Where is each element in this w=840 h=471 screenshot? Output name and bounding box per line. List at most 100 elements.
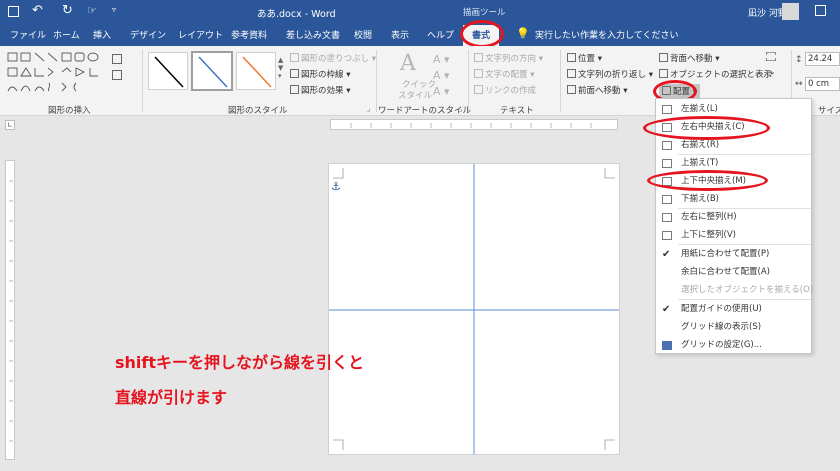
title-bar: ↶ ↻ ☞ ▿ ああ.docx - Word 描画ツール 凪沙 河野 (0, 0, 840, 24)
grid-settings-icon (662, 341, 672, 350)
shapes-gallery-icons (7, 52, 99, 92)
text-outline-icon[interactable]: A ▾ (433, 69, 450, 82)
wordart-launcher-icon[interactable]: ⌟ (459, 105, 462, 113)
align-middle-highlight (647, 170, 768, 191)
menu-align-bottom[interactable]: 下揃え(B) (656, 191, 811, 208)
wordart-label: ワードアートのスタイル (378, 106, 471, 116)
tab-references[interactable]: 参考資料 (231, 28, 267, 41)
menu-align-top[interactable]: 上揃え(T) (656, 155, 811, 172)
save-icon[interactable] (8, 6, 19, 17)
menu-align-to-page[interactable]: ✔ 用紙に合わせて配置(P) (656, 246, 811, 263)
style-thumb-2[interactable] (191, 51, 233, 91)
annotation-line-1: shiftキーを押しながら線を引くと (115, 353, 365, 372)
shape-styles-launcher-icon[interactable]: ⌟ (367, 105, 370, 113)
distribute-horizontal-icon (662, 213, 672, 222)
width-input[interactable]: 0 cm (805, 77, 840, 91)
align-bottom-icon (662, 195, 672, 204)
shape-styles-label: 図形のスタイル (228, 106, 288, 116)
selection-pane-button[interactable]: オブジェクトの選択と表示 (659, 68, 772, 80)
wrap-text-button[interactable]: 文字列の折り返し ▾ (567, 68, 653, 80)
align-right-icon (662, 141, 672, 150)
text-fill-icon[interactable]: A ▾ (433, 53, 450, 66)
align-center-highlight (643, 116, 770, 140)
ribbon-tabs: ファイル ホーム 挿入 デザイン レイアウト 参考資料 差し込み文書 校閲 表示… (0, 24, 840, 46)
shape-effects-button[interactable]: 図形の効果 ▾ (290, 84, 350, 96)
menu-use-alignment-guides[interactable]: ✔ 配置ガイドの使用(U) (656, 301, 811, 318)
send-backward-icon (659, 53, 668, 62)
tools-context-label: 描画ツール (463, 8, 506, 18)
size-label: サイズ (818, 106, 840, 116)
menu-align-to-margin[interactable]: 余白に合わせて配置(A) (656, 264, 811, 281)
tab-selector-icon[interactable]: ∟ (5, 120, 15, 130)
tab-insert[interactable]: 挿入 (93, 28, 111, 41)
bring-forward-button[interactable]: 前面へ移動 ▾ (567, 84, 627, 96)
document-page[interactable]: ⚓ (328, 163, 620, 455)
text-direction-icon (474, 53, 483, 62)
text-direction-button[interactable]: 文字列の方向 ▾ (474, 52, 543, 64)
vertical-ruler-ticks (9, 180, 13, 442)
page-canvas: ⚓ (329, 164, 619, 454)
style-thumb-3[interactable] (236, 52, 276, 90)
tab-layout[interactable]: レイアウト (178, 28, 223, 41)
tell-me-input[interactable]: 実行したい作業を入力してください (535, 28, 678, 41)
menu-distribute-vertical[interactable]: 上下に整列(V) (656, 227, 811, 244)
tab-mailings[interactable]: 差し込み文書 (286, 28, 340, 41)
quick-style-label-2: スタイル (398, 91, 433, 101)
bring-forward-icon (567, 85, 576, 94)
vertical-ruler[interactable] (5, 160, 15, 460)
check-icon: ✔ (662, 304, 671, 315)
link-icon (474, 85, 483, 94)
text-box-icon[interactable] (112, 70, 122, 80)
width-icon: ↔ (795, 79, 803, 89)
height-icon: ↕ (795, 55, 803, 65)
effects-icon (290, 85, 299, 94)
tab-file[interactable]: ファイル (10, 28, 46, 41)
tab-home[interactable]: ホーム (53, 28, 80, 41)
text-align-button[interactable]: 文字の配置 ▾ (474, 68, 534, 80)
shape-fill-button[interactable]: 図形の塗りつぶし ▾ (290, 52, 376, 64)
undo-icon[interactable]: ↶ (32, 3, 43, 18)
group-icon[interactable] (766, 52, 776, 61)
menu-align-left[interactable]: 左揃え(L) (656, 101, 811, 118)
text-group-label: テキスト (500, 106, 534, 116)
tab-help[interactable]: ヘルプ (427, 28, 454, 41)
wrap-text-icon (567, 69, 576, 78)
tab-design[interactable]: デザイン (130, 28, 166, 41)
text-effects-icon[interactable]: A ▾ (433, 85, 450, 98)
edit-shape-icon[interactable] (112, 54, 122, 64)
style-gallery-more-icon[interactable]: ▲ ▼ ▾ (278, 56, 283, 80)
rotate-icon[interactable]: ⟳ (766, 69, 774, 80)
doc-title: ああ.docx - Word (257, 9, 336, 20)
height-input[interactable]: 24.24 (805, 52, 840, 66)
menu-view-gridlines[interactable]: グリッド線の表示(S) (656, 319, 811, 336)
touch-mode-icon[interactable]: ☞ (87, 4, 97, 17)
outline-icon (290, 69, 299, 78)
menu-distribute-horizontal[interactable]: 左右に整列(H) (656, 209, 811, 226)
position-button[interactable]: 位置 ▾ (567, 52, 602, 64)
redo-icon[interactable]: ↻ (62, 3, 73, 18)
horizontal-ruler[interactable] (330, 119, 618, 130)
menu-grid-settings[interactable]: グリッドの設定(G)... (656, 337, 811, 354)
menu-align-selected[interactable]: 選択したオブジェクトを揃える(O) (656, 282, 813, 299)
customize-qat-icon[interactable]: ▿ (112, 5, 116, 14)
lightbulb-icon: 💡 (516, 27, 530, 40)
check-icon: ✔ (662, 249, 671, 260)
ribbon-display-icon[interactable] (815, 5, 826, 16)
align-left-icon (662, 105, 672, 114)
style-thumb-1[interactable] (148, 52, 188, 90)
shape-outline-button[interactable]: 図形の枠線 ▾ (290, 68, 350, 80)
insert-shapes-label: 図形の挿入 (48, 106, 91, 116)
shapes-gallery[interactable] (6, 51, 108, 97)
fill-icon (290, 53, 299, 62)
format-tab-highlight (460, 20, 504, 48)
position-icon (567, 53, 576, 62)
quick-style-icon[interactable]: A (400, 51, 416, 76)
tab-view[interactable]: 表示 (391, 28, 409, 41)
anchor-icon: ⚓ (331, 180, 341, 193)
send-backward-button[interactable]: 背面へ移動 ▾ (659, 52, 719, 64)
tab-review[interactable]: 校閲 (354, 28, 372, 41)
menu-align-right[interactable]: 右揃え(R) (656, 137, 811, 154)
create-link-button[interactable]: リンクの作成 (474, 84, 536, 96)
distribute-vertical-icon (662, 231, 672, 240)
avatar[interactable] (782, 3, 799, 20)
